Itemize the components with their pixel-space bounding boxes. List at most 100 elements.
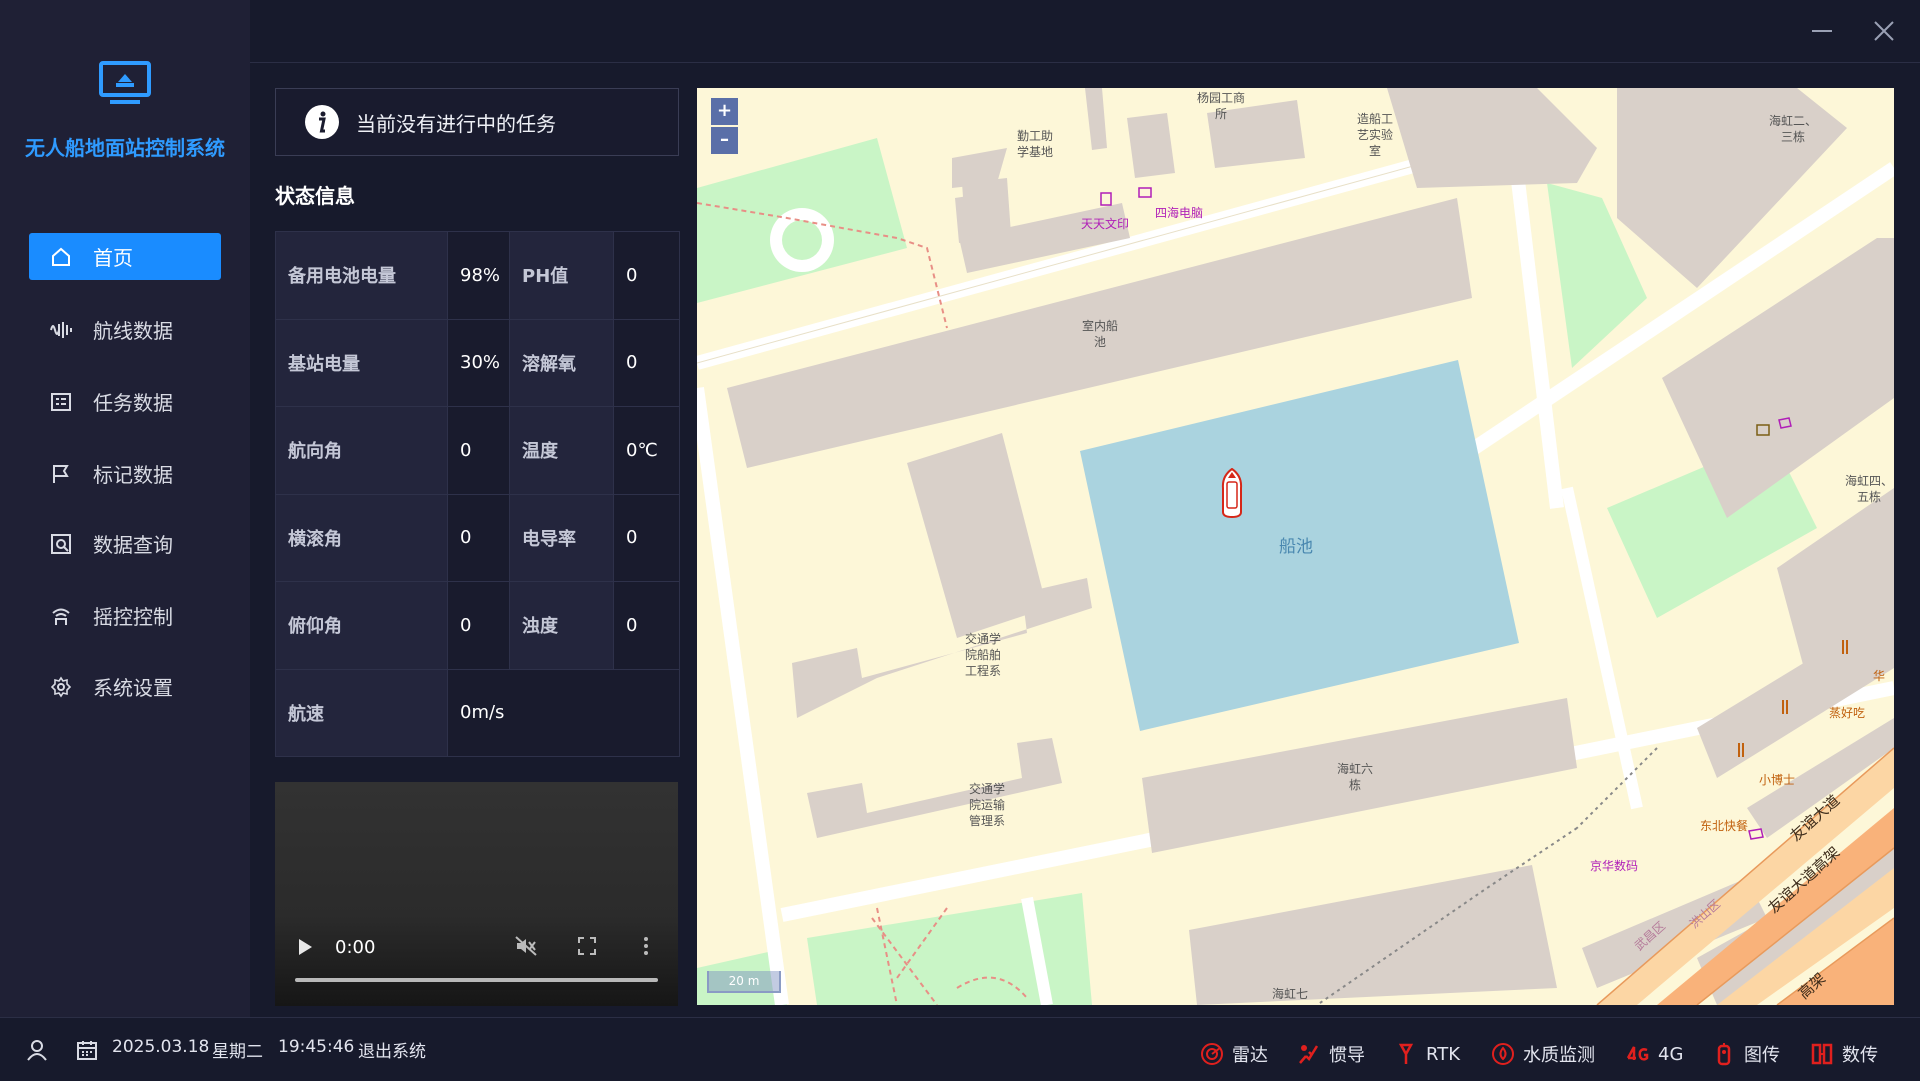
zoom-in-button[interactable]: + xyxy=(711,98,738,125)
nav-item-label: 标记数据 xyxy=(93,463,173,487)
nav-item-label: 摇控控制 xyxy=(93,605,173,629)
nav-item-task-data[interactable]: 任务数据 xyxy=(29,378,221,425)
boat-marker-icon[interactable] xyxy=(1221,468,1243,518)
table-row: 基站电量 30% 溶解氧 0 xyxy=(275,318,680,407)
status-value: 0 xyxy=(613,493,680,582)
flag-icon xyxy=(49,462,73,486)
weekday-text: 星期二 xyxy=(212,1042,263,1062)
status-value: 0 xyxy=(613,318,680,407)
task-message: 当前没有进行中的任务 xyxy=(356,111,556,136)
data-search-icon xyxy=(49,532,73,556)
indicator-image-transmission: 图传 xyxy=(1712,1032,1780,1076)
sidebar: 无人船地面站控制系统 首页 航线数据 任务数据 标记数据 数据查询 摇控控制 系… xyxy=(0,0,250,1017)
map-label: 海虹四、 五栋 xyxy=(1845,474,1894,505)
status-label: PH值 xyxy=(509,231,614,320)
more-options-icon[interactable] xyxy=(643,936,649,956)
status-value: 98% xyxy=(447,231,510,320)
zoom-out-button[interactable]: – xyxy=(711,127,738,154)
indicator-label: 水质监测 xyxy=(1523,1045,1595,1066)
nav-item-label: 首页 xyxy=(93,246,133,270)
map-label: 室内船 池 xyxy=(1082,319,1119,350)
indicator-label: RTK xyxy=(1426,1043,1460,1065)
nav-item-data-query[interactable]: 数据查询 xyxy=(29,520,221,567)
map-label: 海虹七 xyxy=(1272,987,1309,1001)
map-scale-bar: 20 m xyxy=(707,971,781,993)
inertial-nav-icon xyxy=(1299,1045,1319,1064)
remote-signal-icon xyxy=(49,604,73,628)
map-poi-label: 京华数码 xyxy=(1590,859,1639,873)
map-poi-label: 小博士 xyxy=(1759,773,1796,787)
map-label: 杨园工商 所 xyxy=(1197,91,1246,122)
radar-icon xyxy=(1201,1043,1223,1065)
map-water-label: 船池 xyxy=(1279,537,1313,557)
map-label: 海虹六 栋 xyxy=(1337,762,1374,793)
title-bar xyxy=(250,0,1920,63)
table-row: 横滚角 0 电导率 0 xyxy=(275,493,680,582)
image-transmission-icon xyxy=(1717,1043,1731,1066)
video-time: 0:00 xyxy=(335,937,376,958)
4g-signal-icon xyxy=(1626,1046,1649,1061)
data-transmission-icon xyxy=(1811,1043,1833,1065)
map-label: 交通学 院运输 管理系 xyxy=(969,782,1006,829)
indicator-label: 数传 xyxy=(1842,1045,1878,1066)
status-label: 俯仰角 xyxy=(275,581,448,670)
water-quality-icon xyxy=(1492,1043,1514,1065)
nav-item-mark-data[interactable]: 标记数据 xyxy=(29,450,221,497)
status-value: 0 xyxy=(447,493,510,582)
status-label: 电导率 xyxy=(509,493,614,582)
info-icon xyxy=(305,105,339,139)
logout-link[interactable]: 退出系统 xyxy=(358,1037,426,1062)
nav-item-system-settings[interactable]: 系统设置 xyxy=(29,663,221,710)
video-progress-bar[interactable] xyxy=(295,978,658,982)
status-label: 溶解氧 xyxy=(509,318,614,407)
fullscreen-icon[interactable] xyxy=(578,937,596,955)
indicator-water-quality: 水质监测 xyxy=(1491,1032,1595,1076)
user-icon[interactable] xyxy=(26,1039,48,1061)
map-poi-label: 蒸好吃 xyxy=(1829,706,1866,720)
monitor-logo-icon xyxy=(99,61,151,104)
status-label: 基站电量 xyxy=(275,318,448,407)
map-label: 交通学 院船舶 工程系 xyxy=(965,632,1002,679)
nav-item-remote-control[interactable]: 摇控控制 xyxy=(29,592,221,639)
map-label: 造船工 艺实验 室 xyxy=(1357,112,1394,159)
home-icon xyxy=(49,245,73,269)
mute-icon[interactable] xyxy=(515,936,537,956)
status-label: 横滚角 xyxy=(275,493,448,582)
status-value: 0 xyxy=(447,406,510,495)
status-value: 0m/s xyxy=(447,668,680,757)
status-value: 0 xyxy=(447,581,510,670)
nav-item-home[interactable]: 首页 xyxy=(29,233,221,280)
nav-item-label: 数据查询 xyxy=(93,533,173,557)
map-poi-label: 华 xyxy=(1873,669,1886,683)
waveform-icon xyxy=(49,318,73,342)
table-row: 备用电池电量 98% PH值 0 xyxy=(275,231,680,320)
indicator-inertial-nav: 惯导 xyxy=(1297,1032,1365,1076)
indicator-label: 惯导 xyxy=(1329,1045,1365,1066)
task-banner: 当前没有进行中的任务 xyxy=(275,88,679,156)
video-player[interactable]: 0:00 xyxy=(275,782,678,1006)
map-poi-label: 四海电脑 xyxy=(1155,206,1204,220)
date-text: 2025.03.18 xyxy=(112,1037,210,1057)
indicator-label: 雷达 xyxy=(1232,1045,1268,1066)
minimize-icon[interactable] xyxy=(1809,18,1835,44)
status-value: 0 xyxy=(613,581,680,670)
map-label: 勤工助 学基地 xyxy=(1017,129,1054,160)
close-icon[interactable] xyxy=(1871,18,1897,44)
time-text: 19:45:46 xyxy=(278,1037,355,1057)
app-title: 无人船地面站控制系统 xyxy=(25,136,225,160)
nav-item-route-data[interactable]: 航线数据 xyxy=(29,306,221,353)
map-view[interactable]: + – 20 m 杨园工商 所 勤工助 学基地 造船工 艺实验 室 海虹二、 三… xyxy=(697,88,1894,1005)
status-section-title: 状态信息 xyxy=(275,184,355,208)
nav-item-label: 任务数据 xyxy=(93,391,173,415)
play-icon[interactable] xyxy=(297,938,313,956)
indicator-label: 图传 xyxy=(1744,1045,1780,1066)
table-row: 俯仰角 0 浊度 0 xyxy=(275,581,680,670)
status-table: 备用电池电量 98% PH值 0 基站电量 30% 溶解氧 0 航向角 0 温度… xyxy=(275,231,680,757)
status-value: 30% xyxy=(447,318,510,407)
map-poi-label: 东北快餐 xyxy=(1700,819,1749,833)
indicator-label: 4G xyxy=(1658,1043,1684,1065)
status-label: 浊度 xyxy=(509,581,614,670)
task-card-icon xyxy=(49,390,73,414)
indicator-4g: 4G xyxy=(1626,1032,1683,1076)
table-row: 航速 0m/s xyxy=(275,668,680,757)
